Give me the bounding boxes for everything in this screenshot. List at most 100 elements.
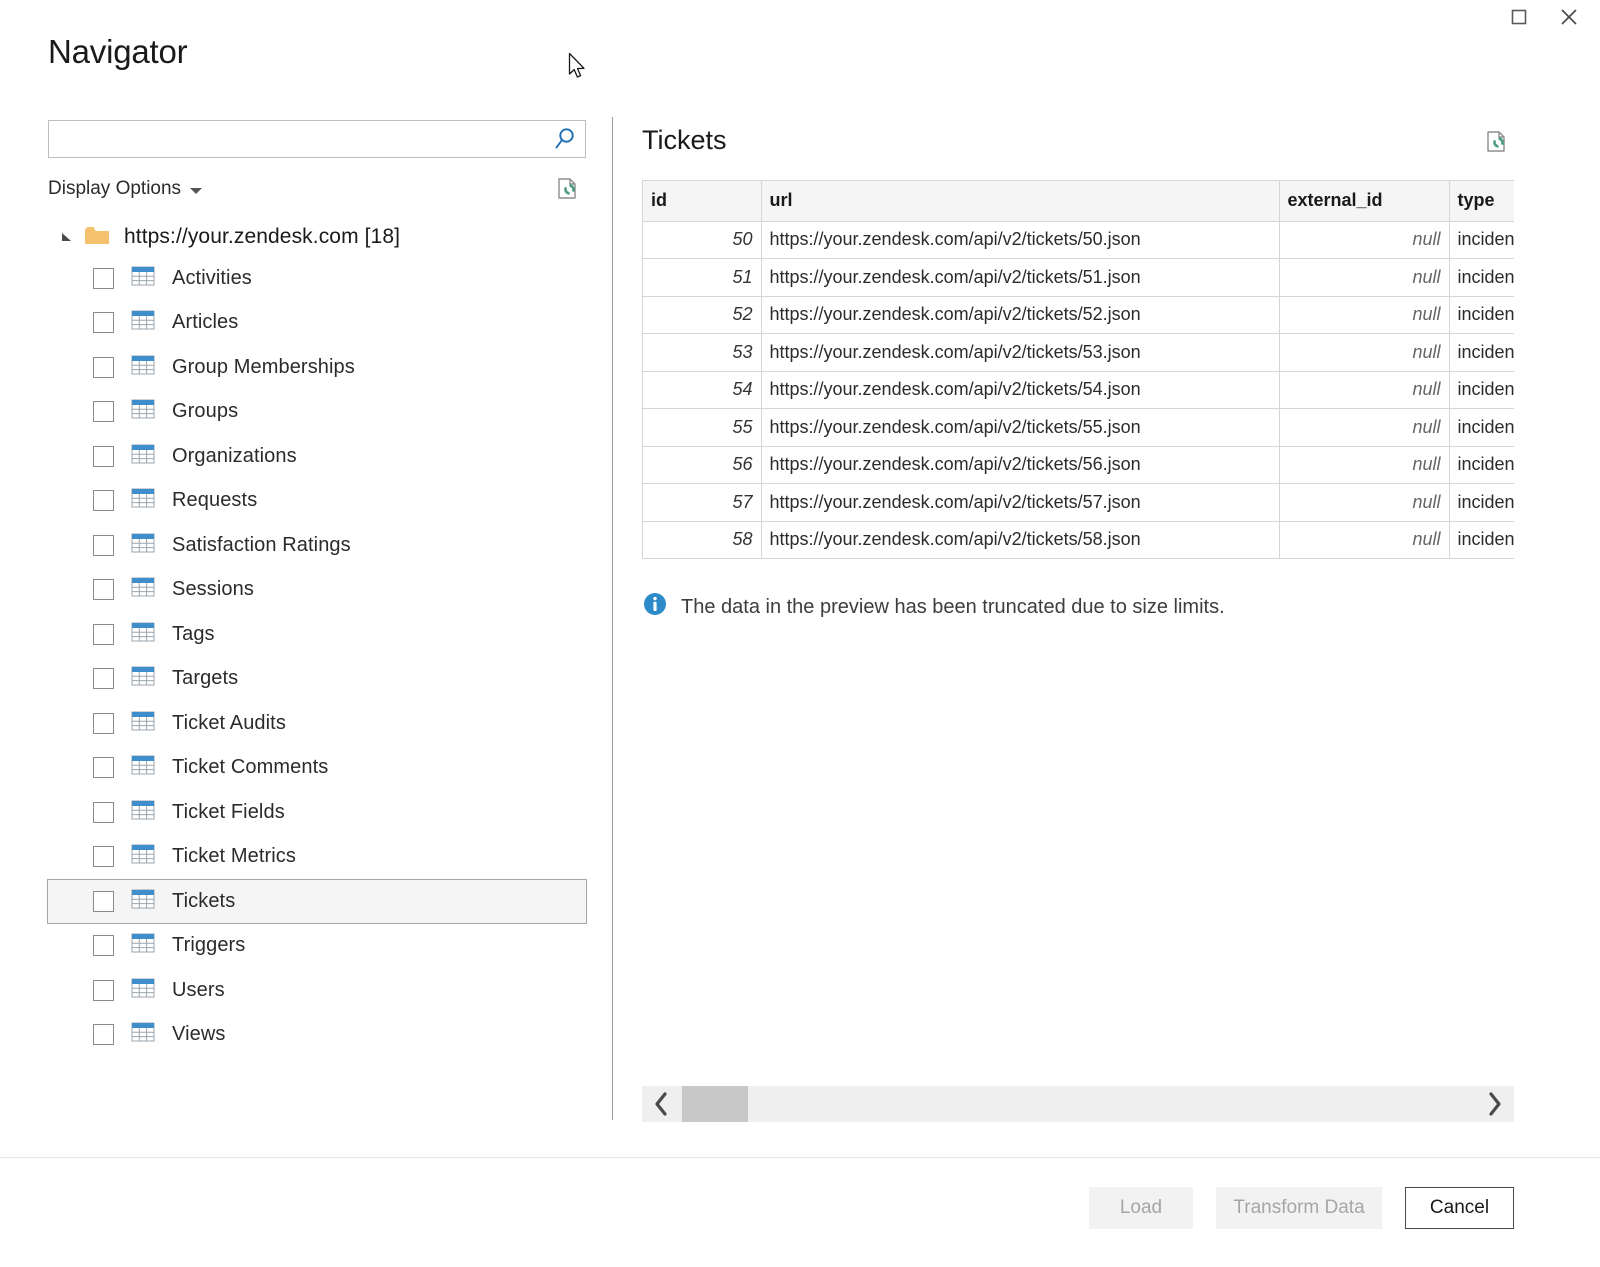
refresh-document-icon-left[interactable] — [551, 172, 585, 206]
checkbox[interactable] — [93, 935, 114, 956]
table-icon — [130, 1021, 156, 1048]
tree-item-group-memberships[interactable]: Group Memberships — [48, 345, 586, 390]
table-icon — [130, 710, 156, 737]
tree-item-label: Articles — [172, 311, 238, 334]
transform-data-button[interactable]: Transform Data — [1216, 1187, 1382, 1229]
scrollbar-track[interactable] — [682, 1086, 1474, 1122]
close-button[interactable] — [1546, 0, 1592, 34]
tree-item-label: Group Memberships — [172, 356, 355, 379]
checkbox[interactable] — [93, 802, 114, 823]
checkbox[interactable] — [93, 490, 114, 511]
checkbox[interactable] — [93, 268, 114, 289]
tree-item-sessions[interactable]: Sessions — [48, 568, 586, 613]
load-button[interactable]: Load — [1089, 1187, 1193, 1229]
cell-external_id: null — [1279, 409, 1449, 447]
checkbox[interactable] — [93, 1024, 114, 1045]
cell-id: 57 — [643, 484, 761, 522]
cell-url: https://your.zendesk.com/api/v2/tickets/… — [761, 521, 1279, 559]
navigation-pane: Display Options — [48, 120, 588, 1057]
checkbox[interactable] — [93, 357, 114, 378]
table-row: 50https://your.zendesk.com/api/v2/ticket… — [643, 221, 1514, 259]
cell-type: inciden — [1449, 484, 1514, 522]
tree-item-ticket-metrics[interactable]: Ticket Metrics — [48, 835, 586, 880]
checkbox[interactable] — [93, 312, 114, 333]
checkbox[interactable] — [93, 624, 114, 645]
tree-root-node[interactable]: https://your.zendesk.com [18] — [48, 218, 586, 256]
search-box[interactable] — [48, 120, 586, 158]
tree-item-label: Sessions — [172, 578, 254, 601]
checkbox[interactable] — [93, 446, 114, 467]
tree-item-ticket-comments[interactable]: Ticket Comments — [48, 746, 586, 791]
tree-item-targets[interactable]: Targets — [48, 657, 586, 702]
checkbox[interactable] — [93, 535, 114, 556]
checkbox[interactable] — [93, 713, 114, 734]
preview-pane: Tickets idurlexternal_idtype 50https://y… — [642, 120, 1514, 623]
cell-type: inciden — [1449, 446, 1514, 484]
horizontal-scrollbar[interactable] — [642, 1086, 1514, 1122]
table-icon — [130, 532, 156, 559]
cell-id: 54 — [643, 371, 761, 409]
display-options-dropdown[interactable]: Display Options — [48, 174, 202, 204]
preview-table: idurlexternal_idtype 50https://your.zend… — [643, 181, 1514, 559]
maximize-button[interactable] — [1496, 0, 1542, 34]
chevron-down-icon — [190, 188, 202, 194]
checkbox[interactable] — [93, 757, 114, 778]
cell-url: https://your.zendesk.com/api/v2/tickets/… — [761, 409, 1279, 447]
cancel-button[interactable]: Cancel — [1405, 1187, 1514, 1229]
table-icon — [130, 754, 156, 781]
table-icon — [130, 443, 156, 470]
column-header-type[interactable]: type — [1449, 181, 1514, 221]
checkbox[interactable] — [93, 401, 114, 422]
tree-item-triggers[interactable]: Triggers — [48, 924, 586, 969]
tree-item-tags[interactable]: Tags — [48, 612, 586, 657]
object-tree: https://your.zendesk.com [18] Activities… — [48, 218, 586, 1057]
tree-item-users[interactable]: Users — [48, 968, 586, 1013]
preview-table-wrapper[interactable]: idurlexternal_idtype 50https://your.zend… — [642, 180, 1514, 559]
tree-root-label: https://your.zendesk.com [18] — [124, 225, 400, 249]
close-icon — [1558, 6, 1580, 28]
chevron-right-icon[interactable] — [1474, 1086, 1514, 1122]
tree-item-organizations[interactable]: Organizations — [48, 434, 586, 479]
cell-external_id: null — [1279, 334, 1449, 372]
table-icon — [130, 309, 156, 336]
tree-item-label: Organizations — [172, 445, 297, 468]
checkbox[interactable] — [93, 846, 114, 867]
tree-item-label: Requests — [172, 489, 257, 512]
tree-item-label: Activities — [172, 267, 252, 290]
column-header-id[interactable]: id — [643, 181, 761, 221]
page-title: Navigator — [48, 30, 187, 74]
scrollbar-thumb[interactable] — [682, 1086, 748, 1122]
tree-item-label: Triggers — [172, 934, 245, 957]
tree-item-satisfaction-ratings[interactable]: Satisfaction Ratings — [48, 523, 586, 568]
preview-title: Tickets — [642, 120, 1514, 160]
tree-item-activities[interactable]: Activities — [48, 256, 586, 301]
checkbox[interactable] — [93, 579, 114, 600]
display-options-label: Display Options — [48, 174, 181, 204]
checkbox[interactable] — [93, 668, 114, 689]
search-input[interactable] — [49, 121, 545, 157]
tree-item-ticket-fields[interactable]: Ticket Fields — [48, 790, 586, 835]
chevron-left-icon[interactable] — [642, 1086, 682, 1122]
checkbox[interactable] — [93, 980, 114, 1001]
column-header-url[interactable]: url — [761, 181, 1279, 221]
tree-item-ticket-audits[interactable]: Ticket Audits — [48, 701, 586, 746]
search-icon[interactable] — [551, 125, 579, 153]
tree-item-list: Activities Articles Group Memberships Group… — [48, 256, 586, 1057]
tree-item-tickets[interactable]: Tickets — [47, 879, 587, 924]
column-header-external_id[interactable]: external_id — [1279, 181, 1449, 221]
tree-item-articles[interactable]: Articles — [48, 301, 586, 346]
cell-external_id: null — [1279, 446, 1449, 484]
expanded-triangle-icon[interactable] — [58, 228, 76, 246]
cell-external_id: null — [1279, 221, 1449, 259]
checkbox[interactable] — [93, 891, 114, 912]
cell-url: https://your.zendesk.com/api/v2/tickets/… — [761, 296, 1279, 334]
cell-id: 50 — [643, 221, 761, 259]
cell-id: 55 — [643, 409, 761, 447]
refresh-document-icon-right[interactable] — [1480, 125, 1514, 159]
tree-item-views[interactable]: Views — [48, 1013, 586, 1058]
cell-external_id: null — [1279, 484, 1449, 522]
cell-type: inciden — [1449, 409, 1514, 447]
tree-item-requests[interactable]: Requests — [48, 479, 586, 524]
title-bar — [0, 0, 1600, 34]
tree-item-groups[interactable]: Groups — [48, 390, 586, 435]
